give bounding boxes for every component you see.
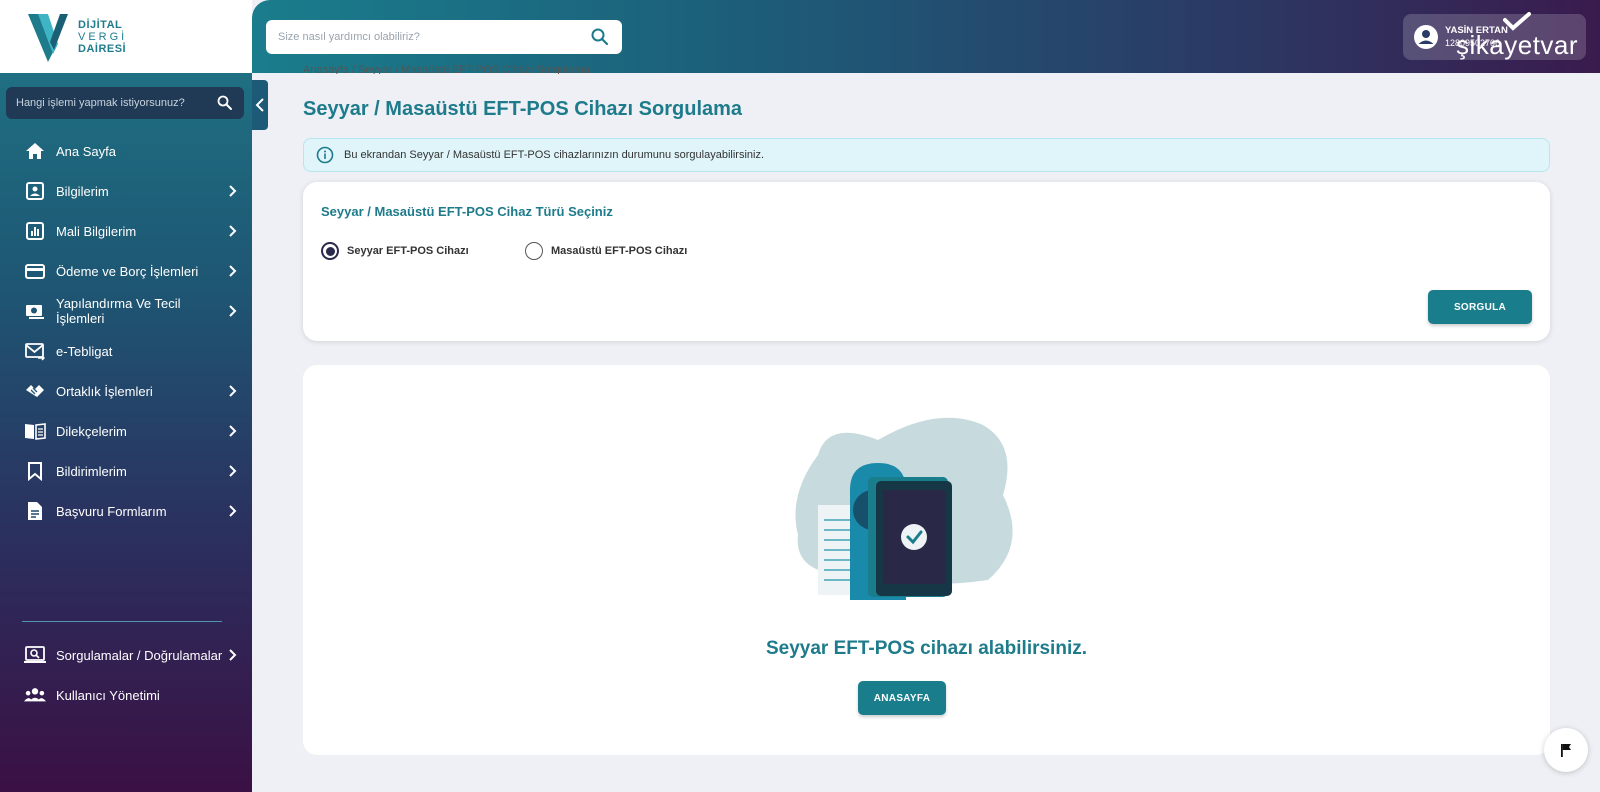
sidebar-item-kullanici-yonetimi[interactable]: Kullanıcı Yönetimi bbox=[0, 675, 252, 715]
handshake-icon bbox=[24, 380, 46, 402]
sidebar-search-input[interactable]: Hangi işlemi yapmak istiyorsunuz? bbox=[6, 87, 244, 119]
sidebar-item-basvuru-formlarim[interactable]: Başvuru Formlarım bbox=[0, 491, 252, 531]
sorgula-button[interactable]: SORGULA bbox=[1428, 290, 1532, 324]
form-title: Seyyar / Masaüstü EFT-POS Cihaz Türü Seç… bbox=[321, 204, 613, 219]
radio-masaustu-input[interactable] bbox=[525, 242, 543, 260]
sidebar-item-label: Kullanıcı Yönetimi bbox=[56, 687, 160, 703]
sidebar: Hangi işlemi yapmak istiyorsunuz? Ana Sa… bbox=[0, 73, 252, 792]
bookmark-icon bbox=[24, 460, 46, 482]
info-banner: Bu ekrandan Seyyar / Masaüstü EFT-POS ci… bbox=[303, 138, 1550, 172]
mail-icon bbox=[24, 340, 46, 362]
sidebar-item-mali-bilgilerim[interactable]: Mali Bilgilerim bbox=[0, 211, 252, 251]
sidebar-item-ortaklik[interactable]: Ortaklık İşlemleri bbox=[0, 371, 252, 411]
sidebar-item-label: Ortaklık İşlemleri bbox=[56, 383, 153, 399]
sidebar-item-label: Başvuru Formlarım bbox=[56, 503, 167, 519]
chevron-right-icon bbox=[229, 185, 237, 197]
sidebar-item-label: Dilekçelerim bbox=[56, 423, 127, 439]
id-card-icon bbox=[24, 180, 46, 202]
radio-masaustu-label: Masaüstü EFT-POS Cihazı bbox=[551, 245, 688, 257]
chevron-right-icon bbox=[229, 265, 237, 277]
radio-seyyar-input[interactable] bbox=[321, 242, 339, 260]
users-icon bbox=[24, 684, 46, 706]
sidebar-menu: Ana Sayfa Bilgilerim Mali Bilgilerim Öde… bbox=[0, 131, 252, 531]
logo[interactable]: DİJİTAL VERGİ DAİRESİ bbox=[0, 0, 252, 73]
sidebar-item-ana-sayfa[interactable]: Ana Sayfa bbox=[0, 131, 252, 171]
sidebar-item-label: Sorgulamalar / Doğrulamalar bbox=[56, 647, 223, 663]
sidebar-item-label: Yapılandırma Ve Tecil İşlemleri bbox=[56, 296, 181, 326]
chevron-right-icon bbox=[229, 385, 237, 397]
sidebar-item-label: Bilgilerim bbox=[56, 183, 109, 199]
report-flag-button[interactable] bbox=[1544, 728, 1588, 772]
sidebar-item-bildirimlerim[interactable]: Bildirimlerim bbox=[0, 451, 252, 491]
radio-masaustu[interactable]: Masaüstü EFT-POS Cihazı bbox=[525, 242, 687, 260]
chevron-right-icon bbox=[229, 425, 237, 437]
page-title: Seyyar / Masaüstü EFT-POS Cihazı Sorgula… bbox=[303, 98, 743, 120]
global-search-input[interactable]: Size nasıl yardımcı olabiliriz? bbox=[266, 20, 622, 54]
radio-seyyar-label: Seyyar EFT-POS Cihazı bbox=[347, 245, 469, 257]
laptop-search-icon bbox=[24, 644, 46, 666]
breadcrumb[interactable]: Anasayfa / Seyyar / Masaüstü EFT-POS Cih… bbox=[303, 64, 590, 74]
sidebar-item-bilgilerim[interactable]: Bilgilerim bbox=[0, 171, 252, 211]
query-form-card: Seyyar / Masaüstü EFT-POS Cihaz Türü Seç… bbox=[303, 182, 1550, 341]
sidebar-item-label: Ana Sayfa bbox=[56, 143, 116, 159]
sidebar-menu-secondary: Sorgulamalar / Doğrulamalar Kullanıcı Yö… bbox=[0, 635, 252, 715]
flag-icon bbox=[1561, 744, 1571, 757]
radio-seyyar[interactable]: Seyyar EFT-POS Cihazı bbox=[321, 242, 469, 260]
sidebar-search-placeholder: Hangi işlemi yapmak istiyorsunuz? bbox=[16, 97, 185, 109]
chevron-right-icon bbox=[229, 305, 237, 317]
document-icon bbox=[24, 500, 46, 522]
sidebar-item-sorgulamalar[interactable]: Sorgulamalar / Doğrulamalar bbox=[0, 635, 252, 675]
chart-icon bbox=[24, 220, 46, 242]
sidebar-divider bbox=[22, 621, 222, 622]
eft-pos-illustration bbox=[795, 417, 1013, 600]
sidebar-item-label: e-Tebligat bbox=[56, 343, 113, 359]
sidebar-item-label: Ödeme ve Borç İşlemleri bbox=[56, 263, 199, 279]
user-avatar-icon bbox=[1414, 25, 1438, 49]
sidebar-item-dilekcelerim[interactable]: Dilekçelerim bbox=[0, 411, 252, 451]
sidebar-search-icon[interactable] bbox=[216, 94, 234, 112]
home-icon bbox=[24, 140, 46, 162]
watermark: şikayetvar bbox=[1456, 30, 1579, 60]
logo-text: DİJİTAL VERGİ DAİRESİ bbox=[78, 18, 128, 55]
chevron-right-icon bbox=[229, 505, 237, 517]
sidebar-item-label: Bildirimlerim bbox=[56, 463, 127, 479]
info-text: Bu ekrandan Seyyar / Masaüstü EFT-POS ci… bbox=[344, 149, 765, 161]
logo-mark-icon bbox=[28, 13, 68, 62]
credit-card-icon bbox=[24, 260, 46, 282]
book-icon bbox=[24, 420, 46, 442]
result-message: Seyyar EFT-POS cihazı alabilirsiniz. bbox=[765, 638, 1087, 659]
chevron-right-icon bbox=[229, 649, 237, 661]
sidebar-item-odeme-borc[interactable]: Ödeme ve Borç İşlemleri bbox=[0, 251, 252, 291]
result-card: Seyyar EFT-POS cihazı alabilirsiniz. ANA… bbox=[303, 365, 1550, 755]
chevron-right-icon bbox=[229, 465, 237, 477]
anasayfa-button[interactable]: ANASAYFA bbox=[858, 681, 946, 715]
global-search-placeholder: Size nasıl yardımcı olabiliriz? bbox=[278, 31, 420, 43]
sidebar-item-yapilandirma[interactable]: Yapılandırma Ve Tecil İşlemleri bbox=[0, 291, 252, 331]
chevron-right-icon bbox=[229, 225, 237, 237]
chevron-left-icon bbox=[255, 98, 264, 112]
sidebar-item-e-tebligat[interactable]: e-Tebligat bbox=[0, 331, 252, 371]
header: DİJİTAL VERGİ DAİRESİ Size nasıl yardımc… bbox=[0, 0, 1600, 73]
search-icon[interactable] bbox=[590, 27, 610, 47]
watermark-check-icon bbox=[1503, 12, 1531, 31]
info-icon bbox=[316, 146, 334, 164]
money-icon bbox=[24, 300, 46, 322]
sidebar-collapse-button[interactable] bbox=[252, 80, 268, 130]
sidebar-item-label: Mali Bilgilerim bbox=[56, 223, 137, 239]
